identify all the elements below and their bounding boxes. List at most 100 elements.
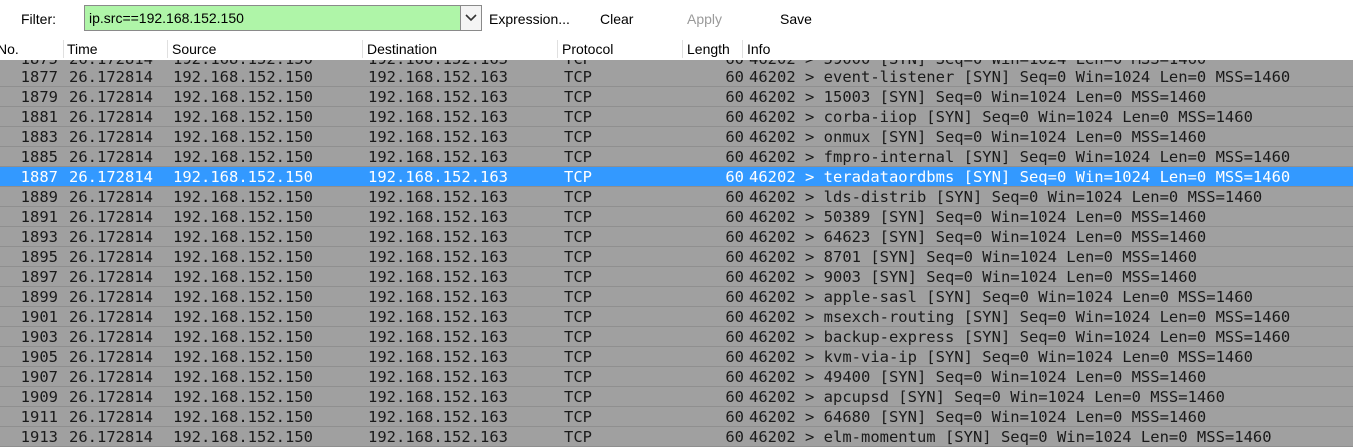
packet-source: 192.168.152.150: [173, 368, 313, 386]
packet-row[interactable]: 1901 26.172814 192.168.152.150 192.168.152.…: [0, 307, 1353, 327]
packet-info: 46202 > teradataordbms [SYN] Seq=0 Win=1…: [749, 168, 1291, 186]
packet-source: 192.168.152.150: [173, 328, 313, 346]
packet-time: 26.172814: [69, 308, 153, 326]
packet-no: 1881: [20, 108, 58, 126]
column-divider[interactable]: [63, 40, 64, 58]
packet-destination: 192.168.152.163: [368, 428, 508, 446]
column-divider[interactable]: [557, 40, 558, 58]
packet-length: 60: [725, 388, 744, 406]
packet-no: 1877: [20, 68, 58, 86]
column-divider[interactable]: [167, 40, 168, 58]
packet-protocol: TCP: [564, 148, 592, 166]
packet-protocol: TCP: [564, 88, 592, 106]
column-header-info[interactable]: Info: [747, 41, 770, 57]
packet-row[interactable]: 1907 26.172814 192.168.152.150 192.168.152.…: [0, 367, 1353, 387]
packet-protocol: TCP: [564, 188, 592, 206]
packet-protocol: TCP: [564, 408, 592, 426]
packet-info: 46202 > onmux [SYN] Seq=0 Win=1024 Len=0…: [749, 128, 1207, 146]
column-divider[interactable]: [742, 40, 743, 58]
packet-row[interactable]: 1895 26.172814 192.168.152.150 192.168.152.…: [0, 247, 1353, 267]
packet-time: 26.172814: [69, 288, 153, 306]
column-header-time[interactable]: Time: [67, 41, 98, 57]
packet-source: 192.168.152.150: [173, 168, 313, 186]
packet-length: 60: [725, 428, 744, 446]
packet-time: 26.172814: [69, 248, 153, 266]
packet-time: 26.172814: [69, 68, 153, 86]
packet-info: 46202 > 8701 [SYN] Seq=0 Win=1024 Len=0 …: [749, 248, 1197, 266]
packet-no: 1879: [20, 88, 58, 106]
expression-button[interactable]: Expression...: [489, 11, 570, 27]
packet-time: 26.172814: [69, 168, 153, 186]
column-divider[interactable]: [362, 40, 363, 58]
column-header-protocol[interactable]: Protocol: [562, 41, 613, 57]
packet-no: 1905: [20, 348, 58, 366]
packet-row[interactable]: 1881 26.172814 192.168.152.150 192.168.152.…: [0, 107, 1353, 127]
packet-destination: 192.168.152.163: [368, 348, 508, 366]
packet-row[interactable]: 1913 26.172814 192.168.152.150 192.168.152.…: [0, 427, 1353, 447]
packet-destination: 192.168.152.163: [368, 268, 508, 286]
packet-no: 1889: [20, 188, 58, 206]
packet-row[interactable]: 1899 26.172814 192.168.152.150 192.168.152.…: [0, 287, 1353, 307]
packet-row[interactable]: 1897 26.172814 192.168.152.150 192.168.152.…: [0, 267, 1353, 287]
packet-info: 46202 > backup-express [SYN] Seq=0 Win=1…: [749, 328, 1291, 346]
packet-time: 26.172814: [69, 428, 153, 446]
packet-source: 192.168.152.150: [173, 128, 313, 146]
packet-protocol: TCP: [564, 308, 592, 326]
packet-row[interactable]: 1891 26.172814 192.168.152.150 192.168.152.…: [0, 207, 1353, 227]
packet-protocol: TCP: [564, 268, 592, 286]
filter-dropdown-button[interactable]: [460, 6, 481, 30]
packet-length: 60: [725, 148, 744, 166]
packet-source: 192.168.152.150: [173, 208, 313, 226]
column-header-destination[interactable]: Destination: [367, 41, 437, 57]
packet-source: 192.168.152.150: [173, 68, 313, 86]
packet-destination: 192.168.152.163: [368, 88, 508, 106]
packet-row[interactable]: 1909 26.172814 192.168.152.150 192.168.152.…: [0, 387, 1353, 407]
packet-length: 60: [725, 88, 744, 106]
packet-row[interactable]: 1889 26.172814 192.168.152.150 192.168.152.…: [0, 187, 1353, 207]
column-header-length[interactable]: Length: [687, 41, 730, 57]
packet-row[interactable]: 1905 26.172814 192.168.152.150 192.168.152.…: [0, 347, 1353, 367]
packet-no: 1911: [20, 408, 58, 426]
packet-length: 60: [725, 228, 744, 246]
packet-protocol: TCP: [564, 68, 592, 86]
packet-time: 26.172814: [69, 88, 153, 106]
column-header-source[interactable]: Source: [172, 41, 216, 57]
column-header-no[interactable]: No.: [0, 41, 19, 57]
save-button[interactable]: Save: [780, 11, 812, 27]
packet-destination: 192.168.152.163: [368, 368, 508, 386]
packet-row[interactable]: 1877 26.172814 192.168.152.150 192.168.152.…: [0, 67, 1353, 87]
packet-time: 26.172814: [69, 108, 153, 126]
packet-info: 46202 > 9003 [SYN] Seq=0 Win=1024 Len=0 …: [749, 268, 1197, 286]
packet-row-selected[interactable]: 1887 26.172814 192.168.152.150 192.168.152.…: [0, 167, 1353, 187]
packet-protocol: TCP: [564, 288, 592, 306]
packet-source: 192.168.152.150: [173, 348, 313, 366]
apply-button[interactable]: Apply: [687, 11, 722, 27]
packet-protocol: TCP: [564, 428, 592, 446]
column-divider[interactable]: [682, 40, 683, 58]
packet-destination: 192.168.152.163: [368, 228, 508, 246]
packet-row[interactable]: 1885 26.172814 192.168.152.150 192.168.152.…: [0, 147, 1353, 167]
packet-no: 1909: [20, 388, 58, 406]
packet-row[interactable]: 1903 26.172814 192.168.152.150 192.168.152.…: [0, 327, 1353, 347]
packet-time: 26.172814: [69, 408, 153, 426]
packet-time: 26.172814: [69, 268, 153, 286]
packet-row[interactable]: 1883 26.172814 192.168.152.150 192.168.152.…: [0, 127, 1353, 147]
clear-button[interactable]: Clear: [600, 11, 633, 27]
packet-length: 60: [725, 288, 744, 306]
packet-destination: 192.168.152.163: [368, 68, 508, 86]
packet-row[interactable]: 1879 26.172814 192.168.152.150 192.168.152.…: [0, 87, 1353, 107]
packet-source: 192.168.152.150: [173, 148, 313, 166]
packet-protocol: TCP: [564, 348, 592, 366]
packet-protocol: TCP: [564, 388, 592, 406]
packet-no: 1897: [20, 268, 58, 286]
packet-no: 1893: [20, 228, 58, 246]
packet-list[interactable]: 1875 26.172814 192.168.152.150 192.168.1…: [0, 60, 1353, 447]
packet-length: 60: [725, 128, 744, 146]
packet-protocol: TCP: [564, 248, 592, 266]
packet-no: 1895: [20, 248, 58, 266]
display-filter-input[interactable]: [85, 6, 461, 30]
packet-row[interactable]: 1893 26.172814 192.168.152.150 192.168.152.…: [0, 227, 1353, 247]
packet-info: 46202 > fmpro-internal [SYN] Seq=0 Win=1…: [749, 148, 1291, 166]
packet-row[interactable]: 1911 26.172814 192.168.152.150 192.168.152.…: [0, 407, 1353, 427]
display-filter-combobox[interactable]: [84, 5, 482, 31]
